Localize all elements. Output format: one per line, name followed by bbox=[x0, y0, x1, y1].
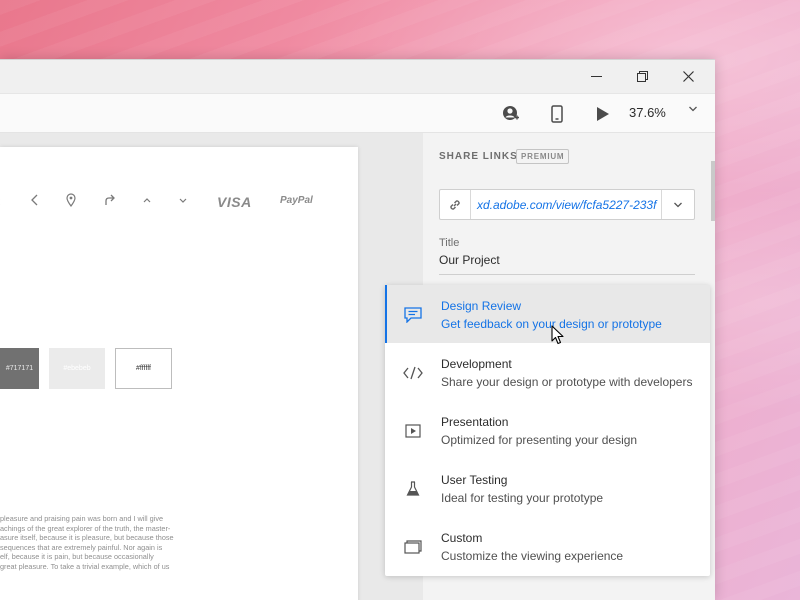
text-line: great pleasure. To take a trivial exampl… bbox=[0, 561, 170, 571]
color-swatch: #ffffff bbox=[115, 348, 172, 389]
scrollbar[interactable] bbox=[711, 161, 715, 221]
invite-button[interactable] bbox=[499, 102, 523, 126]
menu-item-title: Development bbox=[441, 357, 512, 371]
close-icon bbox=[682, 71, 694, 82]
code-icon bbox=[403, 363, 423, 383]
toolbar: 37.6% bbox=[0, 93, 715, 133]
zoom-level[interactable]: 37.6% bbox=[629, 105, 666, 120]
menu-item-title: User Testing bbox=[441, 473, 508, 487]
menu-item-description: Ideal for testing your prototype bbox=[441, 491, 604, 505]
close-button[interactable] bbox=[665, 60, 711, 93]
redo-arrow-icon bbox=[103, 193, 117, 210]
flask-icon bbox=[403, 479, 423, 499]
share-link-field: xd.adobe.com/view/fcfa5227-233f bbox=[439, 189, 695, 220]
play-preview-button[interactable] bbox=[591, 102, 615, 126]
menu-item-description: Share your design or prototype with deve… bbox=[441, 375, 693, 389]
play-icon bbox=[597, 107, 609, 121]
text-line: elf, because it is pain, but because occ… bbox=[0, 552, 154, 562]
chevron-left-icon: ‹ bbox=[0, 193, 1, 209]
title-underline bbox=[439, 274, 695, 275]
visa-logo: VISA bbox=[217, 194, 252, 210]
swatch-label: #717171 bbox=[5, 365, 34, 372]
body-text-block: pleasure and praising pain was born and … bbox=[0, 514, 178, 572]
location-pin-icon bbox=[66, 193, 76, 210]
text-line: asure itself, because it is pleasure, bu… bbox=[0, 533, 174, 543]
menu-item-presentation[interactable]: Presentation Optimized for presenting yo… bbox=[385, 401, 710, 459]
mobile-device-icon bbox=[551, 105, 563, 123]
invite-user-icon bbox=[503, 106, 519, 120]
title-bar bbox=[0, 60, 715, 93]
play-box-icon bbox=[403, 421, 423, 441]
restore-icon bbox=[636, 71, 648, 82]
menu-item-title: Presentation bbox=[441, 415, 509, 429]
premium-badge: PREMIUM bbox=[516, 149, 570, 164]
device-preview-button[interactable] bbox=[545, 102, 569, 126]
link-icon bbox=[450, 199, 460, 210]
chevron-down-icon bbox=[178, 193, 188, 210]
menu-item-development[interactable]: Development Share your design or prototy… bbox=[385, 343, 710, 401]
restore-button[interactable] bbox=[619, 60, 665, 93]
title-input[interactable]: Our Project bbox=[439, 253, 500, 267]
paypal-logo: PayPal bbox=[280, 195, 313, 206]
chevron-up-icon bbox=[142, 193, 152, 210]
menu-item-title: Design Review bbox=[441, 299, 522, 313]
selection-indicator bbox=[385, 285, 387, 343]
minimize-icon bbox=[590, 76, 602, 77]
text-line: achings of the great explorer of the tru… bbox=[0, 523, 171, 533]
minimize-button[interactable] bbox=[573, 60, 619, 93]
swatch-label: #ebebeb bbox=[63, 365, 91, 372]
mouse-cursor-icon bbox=[551, 325, 565, 350]
share-link-url[interactable]: xd.adobe.com/view/fcfa5227-233f bbox=[471, 190, 661, 219]
chevron-left-icon bbox=[30, 193, 40, 210]
swatch-label: #ffffff bbox=[136, 365, 151, 372]
link-options-dropdown[interactable] bbox=[661, 190, 694, 219]
color-swatch: #717171 bbox=[0, 348, 39, 389]
share-links-heading: SHARE LINKS bbox=[439, 151, 518, 162]
menu-item-description: Customize the viewing experience bbox=[441, 549, 624, 563]
design-canvas[interactable]: ‹ VISA PayPal #717171 #ebebeb #ffffff bbox=[0, 133, 423, 600]
text-line: sequences that are extremely painful. No… bbox=[0, 542, 163, 552]
title-label: Title bbox=[439, 237, 460, 249]
comment-icon bbox=[403, 305, 423, 325]
window-icon bbox=[403, 537, 423, 557]
menu-item-title: Custom bbox=[441, 531, 483, 545]
chevron-down-icon bbox=[674, 202, 682, 207]
menu-item-user-testing[interactable]: User Testing Ideal for testing your prot… bbox=[385, 459, 710, 517]
menu-item-design-review[interactable]: Design Review Get feedback on your desig… bbox=[385, 285, 710, 343]
menu-item-description: Optimized for presenting your design bbox=[441, 433, 638, 447]
copy-link-button[interactable] bbox=[440, 190, 471, 219]
color-swatch: #ebebeb bbox=[49, 348, 105, 389]
artboard[interactable]: ‹ VISA PayPal #717171 #ebebeb #ffffff bbox=[0, 147, 358, 600]
menu-item-custom[interactable]: Custom Customize the viewing experience bbox=[385, 517, 710, 575]
text-line: pleasure and praising pain was born and … bbox=[0, 514, 164, 523]
chevron-down-icon[interactable] bbox=[688, 103, 698, 117]
view-settings-menu: Design Review Get feedback on your desig… bbox=[385, 285, 710, 576]
